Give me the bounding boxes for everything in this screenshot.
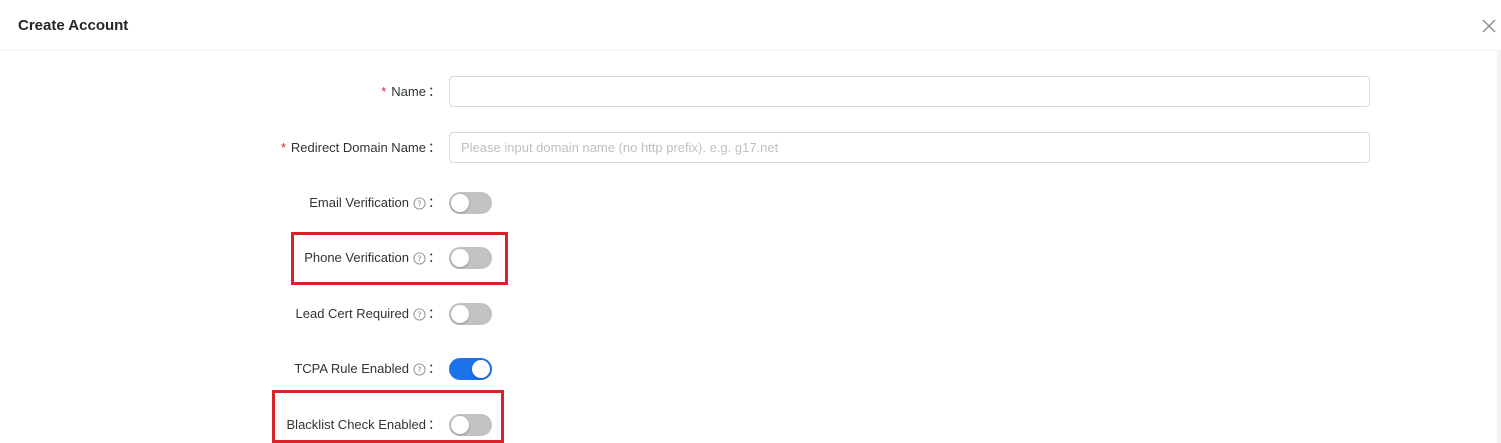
tcpa-rule-enabled-label-text: TCPA Rule Enabled [294, 361, 409, 376]
lead-cert-required-switch[interactable] [449, 303, 492, 325]
switch-knob [451, 305, 469, 323]
svg-text:?: ? [417, 253, 421, 263]
name-label-text: Name [391, 84, 426, 99]
required-asterisk: * [381, 84, 387, 99]
form-row-phone-verification: Phone Verification ? ： [0, 242, 1400, 274]
phone-verification-label: Phone Verification ? ： [0, 242, 441, 274]
switch-knob [451, 249, 469, 267]
form-row-name: * Name ： [0, 76, 1400, 108]
form-row-email-verification: Email Verification ? ： [0, 187, 1400, 219]
svg-text:?: ? [417, 309, 421, 319]
question-circle-icon[interactable]: ? [413, 362, 426, 376]
lead-cert-required-label-text: Lead Cert Required [295, 306, 409, 321]
form-row-tcpa-rule-enabled: TCPA Rule Enabled ? ： [0, 353, 1400, 385]
email-verification-label: Email Verification ? ： [0, 187, 441, 219]
lead-cert-required-label: Lead Cert Required ? ： [0, 298, 441, 330]
modal-header: Create Account [0, 0, 1501, 51]
form-row-lead-cert-required: Lead Cert Required ? ： [0, 298, 1400, 330]
phone-verification-label-text: Phone Verification [304, 250, 409, 265]
redirect-domain-label: * Redirect Domain Name ： [0, 132, 441, 164]
blacklist-check-enabled-label: Blacklist Check Enabled ： [0, 409, 441, 441]
scrollbar[interactable] [1497, 51, 1501, 443]
redirect-domain-input[interactable] [449, 132, 1370, 163]
switch-knob [472, 360, 490, 378]
email-verification-switch[interactable] [449, 192, 492, 214]
label-colon: ： [427, 361, 441, 376]
switch-knob [451, 194, 469, 212]
name-label: * Name ： [0, 76, 441, 108]
tcpa-rule-enabled-switch[interactable] [449, 358, 492, 380]
tcpa-rule-enabled-label: TCPA Rule Enabled ? ： [0, 353, 441, 385]
modal-title: Create Account [18, 17, 129, 34]
required-asterisk: * [280, 140, 286, 155]
phone-verification-switch[interactable] [449, 247, 492, 269]
redirect-domain-label-text: Redirect Domain Name [290, 140, 426, 155]
form-row-redirect-domain: * Redirect Domain Name ： [0, 132, 1400, 164]
question-circle-icon[interactable]: ? [413, 307, 426, 321]
label-colon: ： [427, 195, 441, 210]
blacklist-check-enabled-label-text: Blacklist Check Enabled [286, 417, 426, 432]
question-circle-icon[interactable]: ? [413, 196, 426, 210]
blacklist-check-enabled-switch[interactable] [449, 414, 492, 436]
label-colon: ： [427, 306, 441, 321]
form-row-blacklist-check-enabled: Blacklist Check Enabled ： [0, 409, 1400, 441]
close-icon[interactable] [1480, 17, 1498, 35]
name-input[interactable] [449, 76, 1370, 107]
svg-text:?: ? [417, 198, 421, 208]
email-verification-label-text: Email Verification [309, 195, 409, 210]
label-colon: ： [427, 417, 441, 432]
label-colon: ： [427, 250, 441, 265]
question-circle-icon[interactable]: ? [413, 251, 426, 265]
svg-text:?: ? [417, 364, 421, 374]
create-account-modal: Create Account * Name ： * Redirect Domai… [0, 0, 1501, 443]
switch-knob [451, 416, 469, 434]
label-colon: ： [427, 84, 441, 99]
label-colon: ： [427, 140, 441, 155]
